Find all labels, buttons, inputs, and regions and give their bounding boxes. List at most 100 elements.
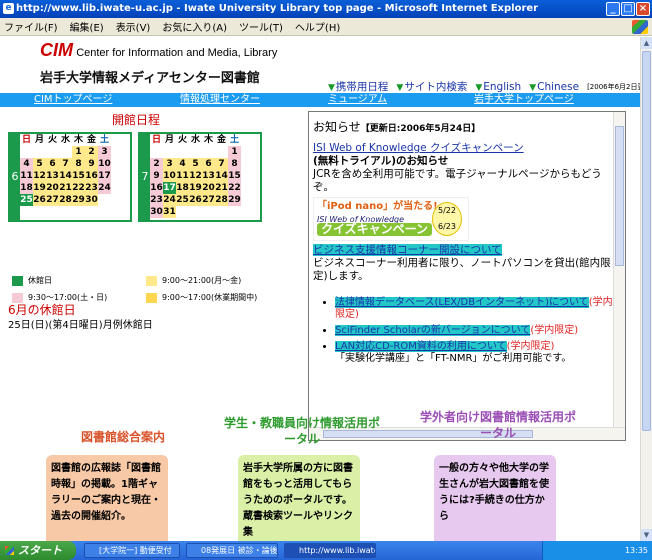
weekday-header: 日 (21, 135, 31, 145)
weekday-header: 土 (229, 135, 239, 145)
calendar-heading: 開館日程 (112, 113, 161, 127)
calendar-day: 30 (85, 194, 98, 206)
windows-logo-icon (632, 20, 648, 34)
panel-outside-title[interactable]: 学外者向け図書館情報活用ポータル (418, 409, 578, 441)
promo-line-1: 「iPod nano」が当たる! (317, 201, 438, 212)
site-logo[interactable]: CIM Center for Information and Media, Li… (40, 40, 277, 61)
calendar-day: 4 (176, 158, 189, 170)
calendar-day: 27 (202, 194, 215, 206)
legend-swatch (146, 292, 157, 303)
isi-promo-banner[interactable]: 「iPod nano」が当たる! ISI Web of Knowledge クイ… (313, 197, 469, 241)
campus-only-tag: (学内限定) (530, 325, 579, 336)
news-panel: お知らせ【更新日:2006年5月24日】 ISI Web of Knowledg… (308, 111, 626, 441)
calendar-day: 23 (150, 194, 163, 206)
lexdb-link[interactable]: 法律情報データベース(LEX/DBインターネット)について (335, 297, 589, 308)
menu-favorites[interactable]: お気に入り(A) (162, 19, 227, 34)
calendar-june: 6 日月火水木金土 1 2 3 4 5 6 7 8 9 10 11 12 13 14 15 16 17 18 19 20… (8, 132, 132, 222)
panel-general-title[interactable]: 図書館総合案内 (48, 429, 198, 445)
weekday-header: 土 (99, 135, 109, 145)
business-corner-link[interactable]: ビジネス支援情報コーナー開設について (313, 244, 502, 256)
page-vertical-scrollbar[interactable]: ▲ ▼ (640, 37, 652, 541)
menu-edit[interactable]: 編集(E) (70, 19, 104, 34)
menu-view[interactable]: 表示(V) (116, 19, 151, 34)
calendar-day: 6 (46, 158, 59, 170)
panel-general-box[interactable]: 図書館の広報誌「図書館時報」の掲載。1階ギャラリーのご案内と現在・過去の開催紹介… (46, 455, 168, 541)
menu-help[interactable]: ヘルプ(H) (295, 19, 340, 34)
calendar-day: 3 (98, 146, 111, 158)
english-link[interactable]: English (475, 81, 521, 93)
calendar-day: 14 (215, 170, 228, 182)
legend-closed: 休館日 (28, 276, 52, 285)
calendar-day: 1 (72, 146, 85, 158)
calendar-day (215, 206, 228, 218)
calendar-day (46, 146, 59, 158)
updated-date: [2006年6月2日更新] (587, 82, 640, 91)
calendar-day: 17 (163, 182, 176, 194)
calendar-day: 26 (33, 194, 46, 206)
news-updated: 【更新日:2006年5月24日】 (360, 124, 481, 134)
nav-iwate-university[interactable]: 岩手大学トップページ (474, 93, 574, 107)
news-item-1: ISI Web of Knowledge クイズキャンペーン (無料トライアル)… (313, 142, 615, 369)
panel-outside-box[interactable]: 一般の方々や他大学の学生さんが岩大図書館を使うには?手続きの仕方から (434, 455, 556, 541)
site-search-link[interactable]: サイト内検索 (396, 79, 467, 94)
close-button[interactable]: × (636, 2, 650, 16)
system-tray: 13:35 (542, 541, 652, 560)
news-vertical-scrollbar[interactable] (613, 112, 625, 428)
menu-tools[interactable]: ツール(T) (239, 19, 283, 34)
menu-file[interactable]: ファイル(F) (4, 19, 58, 34)
taskbar: スタート [大学院一] 動便受付 08発展日 被診・論後... http://w… (0, 541, 652, 560)
calendar-day (163, 146, 176, 158)
calendar-day (176, 206, 189, 218)
calendar-day: 29 (72, 194, 85, 206)
maximize-button[interactable]: □ (621, 2, 635, 16)
legend-swatch (146, 275, 157, 286)
scroll-thumb[interactable] (615, 126, 624, 266)
start-button[interactable]: スタート (0, 541, 76, 560)
cdrom-link[interactable]: LAN対応CD-ROM資料の利用について (335, 341, 507, 352)
panel-students-title[interactable]: 学生・教職員向け情報活用ポータル (222, 415, 382, 447)
scifinder-link[interactable]: SciFinder Scholarの新バージョンについて (335, 325, 531, 336)
nav-computing-center[interactable]: 情報処理センター (180, 93, 260, 107)
weekday-header: 月 (164, 135, 174, 145)
calendar-day: 10 (163, 170, 176, 182)
calendar-day: 11 (20, 170, 33, 182)
scroll-down-icon[interactable]: ▼ (641, 529, 652, 541)
calendar-day: 22 (228, 182, 241, 194)
news-item-2-text: ビジネスコーナー利用者に限り、ノートパソコンを貸出(館内限定)します。 (313, 257, 611, 282)
month-label: 7 (140, 134, 150, 220)
mobile-schedule-link[interactable]: 携帯用日程 (328, 79, 389, 94)
site-title: 岩手大学情報メディアセンター図書館 (40, 71, 260, 86)
top-links: 携帯用日程 サイト内検索 English Chinese [2006年6月2日更… (328, 79, 640, 94)
calendar-day: 5 (189, 158, 202, 170)
calendar-day: 15 (228, 170, 241, 182)
calendar-day: 8 (228, 158, 241, 170)
calendar-day: 18 (176, 182, 189, 194)
news-bullet-3-text: 「実験化学講座」と「FT-NMR」がご利用可能です。 (335, 353, 572, 364)
month-label: 6 (10, 134, 20, 220)
window-controls: _ □ × (606, 2, 650, 16)
nav-cim-top[interactable]: CIMトップページ (34, 93, 112, 107)
list-item: LAN対応CD-ROM資料の利用について(学内限定)「実験化学講座」と「FT-N… (335, 341, 615, 365)
chinese-link[interactable]: Chinese (529, 81, 579, 93)
calendar-day: 14 (59, 170, 72, 182)
minimize-button[interactable]: _ (606, 2, 620, 16)
window-title: http://www.lib.iwate-u.ac.jp - Iwate Uni… (16, 3, 539, 14)
taskbar-item[interactable]: [大学院一] 動便受付 (84, 543, 180, 558)
calendar-day: 10 (98, 158, 111, 170)
ie-icon: e (3, 3, 14, 14)
calendar-day: 12 (33, 170, 46, 182)
calendar-day (202, 206, 215, 218)
calendar-day: 2 (150, 158, 163, 170)
legend-weekday: 9:00～21:00(月～金) (162, 276, 242, 285)
nav-museum[interactable]: ミュージアム (328, 93, 387, 107)
panel-general-text: 図書館の広報誌「図書館時報」の掲載。1階ギャラリーのご案内と現在・過去の開催紹介… (51, 463, 161, 522)
calendar-day: 12 (189, 170, 202, 182)
isi-campaign-link[interactable]: ISI Web of Knowledge クイズキャンペーン (313, 142, 524, 154)
calendar-day: 6 (202, 158, 215, 170)
scroll-up-icon[interactable]: ▲ (641, 37, 652, 49)
panel-students-text: 岩手大学所属の方に図書館をもっと活用してもらうためのポータルです。蔵書検索ツール… (243, 463, 353, 538)
taskbar-item[interactable]: http://www.lib.iwate-... (284, 543, 376, 558)
scroll-thumb[interactable] (642, 51, 651, 431)
taskbar-item[interactable]: 08発展日 被診・論後... (186, 543, 278, 558)
panel-students-box[interactable]: 岩手大学所属の方に図書館をもっと活用してもらうためのポータルです。蔵書検索ツール… (238, 455, 360, 541)
